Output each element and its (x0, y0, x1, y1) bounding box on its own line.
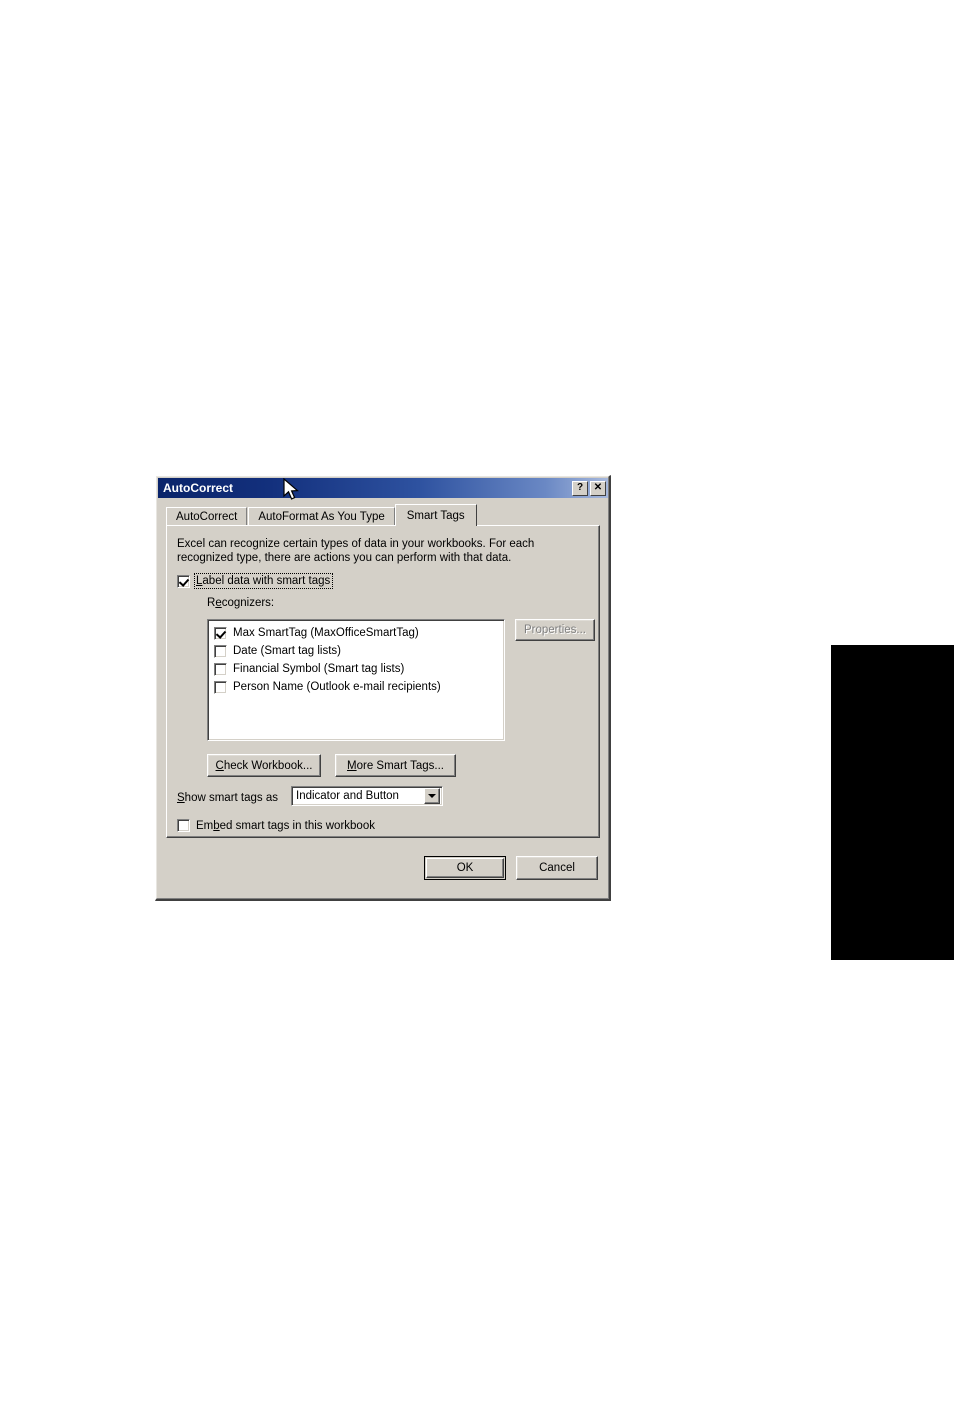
show-smart-tags-as-combobox[interactable]: Indicator and Button (291, 786, 443, 806)
list-item[interactable]: Person Name (Outlook e-mail recipients) (208, 678, 504, 696)
properties-button-label: Properties... (524, 624, 586, 636)
recognizers-label: Recognizers: (207, 597, 275, 609)
recognizer-label: Person Name (Outlook e-mail recipients) (233, 681, 441, 693)
recognizer-checkbox[interactable] (214, 680, 227, 694)
tab-autocorrect[interactable]: AutoCorrect (166, 507, 248, 526)
embed-smart-tags-label: Embed smart tags in this workbook (196, 819, 375, 832)
embed-smart-tags-checkbox-row[interactable]: Embed smart tags in this workbook (177, 819, 375, 832)
tab-strip-filler (477, 506, 600, 526)
label-data-checkbox-label: Label data with smart tags (194, 573, 334, 589)
check-workbook-button-label: Check Workbook... (215, 759, 313, 772)
title-bar-buttons: ? ✕ (572, 480, 606, 496)
label-data-checkbox[interactable] (177, 574, 190, 588)
recognizer-label: Max SmartTag (MaxOfficeSmartTag) (233, 627, 419, 639)
cancel-button[interactable]: Cancel (516, 856, 598, 880)
smart-tags-description: Excel can recognize certain types of dat… (177, 538, 535, 564)
chevron-down-glyph (428, 794, 436, 798)
black-redaction-block (831, 645, 954, 960)
autocorrect-dialog: AutoCorrect ? ✕ AutoCorrect AutoFormat A… (155, 475, 611, 901)
embed-smart-tags-checkbox[interactable] (177, 819, 190, 832)
smart-tags-panel: Excel can recognize certain types of dat… (166, 525, 600, 838)
recognizer-checkbox[interactable] (214, 662, 227, 676)
chevron-down-icon[interactable] (424, 788, 440, 804)
ok-button[interactable]: OK (424, 856, 506, 880)
recognizer-checkbox[interactable] (214, 644, 227, 658)
tab-strip: AutoCorrect AutoFormat As You Type Smart… (166, 504, 600, 526)
list-item[interactable]: Financial Symbol (Smart tag lists) (208, 660, 504, 678)
cancel-button-label: Cancel (539, 862, 575, 874)
check-workbook-button[interactable]: Check Workbook... (207, 754, 321, 777)
help-icon[interactable]: ? (572, 480, 588, 496)
list-item[interactable]: Max SmartTag (MaxOfficeSmartTag) (208, 624, 504, 642)
ok-button-label: OK (456, 862, 474, 874)
label-data-checkbox-row[interactable]: Label data with smart tags (177, 573, 334, 589)
close-icon[interactable]: ✕ (590, 480, 606, 496)
recognizer-label: Financial Symbol (Smart tag lists) (233, 663, 405, 675)
title-bar: AutoCorrect ? ✕ (158, 478, 608, 498)
show-smart-tags-as-label: Show smart tags as (177, 792, 278, 804)
window-title: AutoCorrect (163, 481, 234, 495)
show-smart-tags-as-value: Indicator and Button (296, 790, 399, 802)
recognizers-listbox[interactable]: Max SmartTag (MaxOfficeSmartTag) Date (S… (207, 619, 505, 741)
label-data-checkbox-text-rest: abel data with smart tags (202, 575, 331, 587)
tab-autoformat-as-you-type[interactable]: AutoFormat As You Type (248, 507, 395, 526)
more-smart-tags-button-label: More Smart Tags... (347, 759, 444, 772)
recognizer-label: Date (Smart tag lists) (233, 645, 341, 657)
properties-button[interactable]: Properties... (515, 619, 595, 641)
tab-smart-tags[interactable]: Smart Tags (394, 504, 477, 526)
list-item[interactable]: Date (Smart tag lists) (208, 642, 504, 660)
recognizer-checkbox[interactable] (214, 626, 227, 640)
more-smart-tags-button[interactable]: More Smart Tags... (335, 754, 456, 777)
